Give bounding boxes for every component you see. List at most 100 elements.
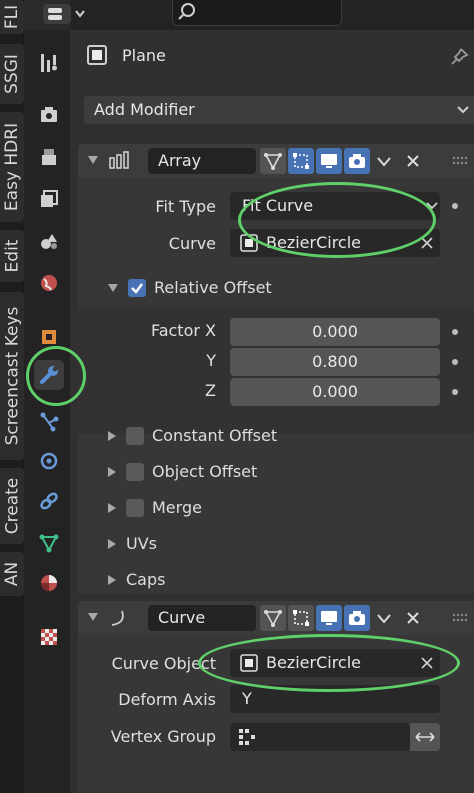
clear-icon[interactable] [420,236,434,250]
caps-row[interactable]: Caps [108,570,165,589]
factor-x-value: 0.000 [312,322,358,341]
tab-create[interactable]: Create [0,468,24,544]
deform-axis-dropdown[interactable]: Y [230,685,440,713]
modifier-wrench-icon[interactable] [34,360,64,390]
expand-toggle[interactable] [108,283,118,292]
constant-offset-row[interactable]: Constant Offset [108,426,277,445]
tool-icon[interactable] [34,48,64,78]
keyframe-dot[interactable] [452,203,458,209]
vertex-group-field[interactable] [230,723,410,751]
render-toggle[interactable] [344,148,370,174]
curve-label: Curve [168,234,216,253]
factor-y-field[interactable]: 0.800 [230,348,440,376]
curve-object-icon [240,654,258,672]
edit-cage-toggle[interactable] [260,605,286,631]
tab-fli[interactable]: FLI [0,0,24,34]
keyframe-dot[interactable] [452,359,458,365]
keyframe-dot[interactable] [452,389,458,395]
check-icon [131,282,143,294]
curve-modifier-header: Curve [78,601,474,635]
chevron-down-icon[interactable] [376,156,392,168]
clear-icon[interactable] [420,656,434,670]
viewport-toggle[interactable] [316,148,342,174]
edit-cage-icon [264,153,282,170]
constraints-icon[interactable] [34,486,64,516]
tab-edit[interactable]: Edit [0,230,24,282]
curve-object-field[interactable]: BezierCircle [230,649,440,677]
object-name-header: Plane [86,44,166,66]
drag-handle-icon[interactable] [452,156,472,166]
invert-arrows-icon [415,732,435,742]
tab-label: FLI [2,4,23,30]
pin-icon[interactable] [448,46,470,72]
collapse-toggle[interactable] [88,156,108,164]
close-icon[interactable] [406,611,420,625]
expand-toggle[interactable] [108,502,116,513]
relative-offset-checkbox[interactable] [128,278,146,297]
render-icon[interactable] [34,100,64,130]
properties-tab-column [24,0,70,793]
factor-y-value: 0.800 [312,352,358,371]
render-toggle[interactable] [344,605,370,631]
fit-type-label: Fit Type [155,197,216,216]
merge-row[interactable]: Merge [108,498,202,517]
factor-y-label: Y [206,351,216,370]
output-icon[interactable] [34,142,64,172]
curve-object-label: Curve Object [111,654,216,673]
expand-toggle[interactable] [108,538,116,549]
deform-axis-value: Y [242,689,252,708]
caps-label: Caps [126,570,166,589]
relative-offset-row[interactable]: Relative Offset [108,278,272,297]
fit-type-dropdown[interactable]: Fit Curve [230,192,440,220]
monitor-icon [321,154,337,168]
tab-screencast-keys[interactable]: Screencast Keys [0,292,24,460]
curve-modifier-icon [111,610,124,626]
world-icon[interactable] [34,268,64,298]
modifier-name-field[interactable]: Array [148,148,256,174]
tab-ssgi[interactable]: SSGI [0,44,24,104]
fit-type-value: Fit Curve [242,196,314,215]
array-modifier-body: Fit Type Fit Curve Curve BezierCircle Re… [78,178,474,594]
view-layer-icon[interactable] [34,184,64,214]
add-modifier-dropdown[interactable]: Add Modifier [84,96,474,124]
curve-object-field[interactable]: BezierCircle [230,229,440,257]
scene-icon[interactable] [34,226,64,256]
sidebar-vertical-tabs: FLI SSGI Easy HDRI Edit Screencast Keys … [0,0,24,793]
merge-checkbox[interactable] [126,498,144,517]
viewport-toggle[interactable] [316,605,342,631]
object-icon[interactable] [34,322,64,352]
uvs-row[interactable]: UVs [108,534,157,553]
object-data-icon[interactable] [34,528,64,558]
edit-cage-toggle[interactable] [260,148,286,174]
expand-toggle[interactable] [108,466,116,477]
expand-toggle[interactable] [108,430,116,441]
drag-handle-icon[interactable] [452,613,472,623]
invert-vertex-group-toggle[interactable] [410,723,440,751]
expand-toggle[interactable] [108,574,116,585]
object-offset-row[interactable]: Object Offset [108,462,257,481]
close-icon[interactable] [406,154,420,168]
material-icon[interactable] [34,568,64,598]
collapse-toggle[interactable] [88,613,108,621]
search-input[interactable] [172,0,342,26]
tab-an[interactable]: AN [0,552,24,596]
edit-mode-toggle[interactable] [288,605,314,631]
keyframe-dot[interactable] [452,329,458,335]
edit-cage-icon [264,610,282,627]
constant-offset-checkbox[interactable] [126,426,144,445]
object-offset-checkbox[interactable] [126,462,144,481]
texture-icon[interactable] [34,622,64,652]
tab-easy-hdri[interactable]: Easy HDRI [0,112,24,222]
particles-icon[interactable] [34,406,64,436]
curve-value: BezierCircle [266,233,362,252]
search-icon [178,3,195,20]
modifier-name-field[interactable]: Curve [148,605,256,631]
factor-z-label: Z [205,381,216,400]
chevron-down-icon[interactable] [376,613,392,625]
editor-type-button[interactable] [40,2,88,26]
factor-x-field[interactable]: 0.000 [230,318,440,346]
edit-mode-toggle[interactable] [288,148,314,174]
factor-z-field[interactable]: 0.000 [230,378,440,406]
chevron-down-icon [457,106,469,114]
physics-icon[interactable] [34,446,64,476]
